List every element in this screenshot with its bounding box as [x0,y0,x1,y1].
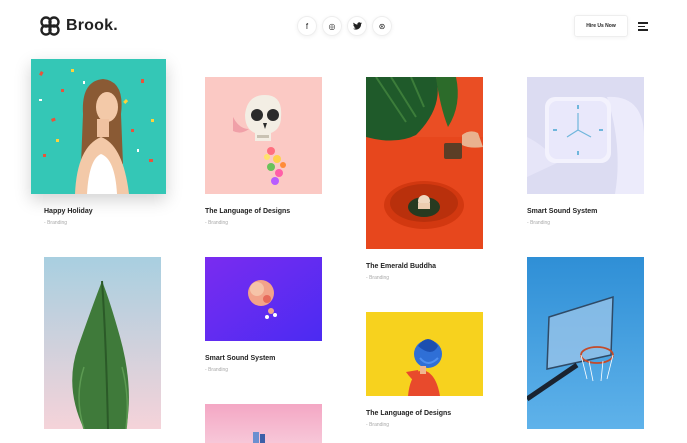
project-title[interactable]: Smart Sound System [527,208,597,215]
project-title[interactable]: The Emerald Buddha [366,263,436,270]
project-thumbnail-happy-holiday[interactable] [31,59,166,194]
hire-us-button[interactable]: Hire Us Now [574,15,628,37]
project-thumbnail-leaf[interactable] [44,257,161,429]
project-title[interactable]: Happy Holiday [44,208,93,215]
social-links: f ◎ ⊛ [297,16,392,36]
project-thumbnail-smart-sound-system-2[interactable] [205,257,322,341]
project-category: Branding [366,275,389,281]
project-thumbnail-emerald-buddha[interactable] [366,77,483,249]
facebook-icon[interactable]: f [297,16,317,36]
logo-icon [40,16,60,36]
project-title[interactable]: Smart Sound System [205,355,275,362]
project-title[interactable]: The Language of Designs [205,208,290,215]
dribbble-icon[interactable]: ⊛ [372,16,392,36]
project-category: Branding [527,220,550,226]
project-thumbnail-pink[interactable] [205,404,322,443]
project-category: Branding [44,220,67,226]
instagram-icon[interactable]: ◎ [322,16,342,36]
hamburger-menu-icon[interactable] [638,22,648,31]
brand-name: Brook. [66,17,118,34]
project-category: Branding [366,422,389,428]
brand-logo[interactable]: Brook. [40,16,118,36]
project-category: Branding [205,367,228,373]
project-thumbnail-basketball-hoop[interactable] [527,257,644,429]
project-thumbnail-language-of-designs[interactable] [205,77,322,194]
project-thumbnail-smart-sound-system[interactable] [527,77,644,194]
twitter-icon[interactable] [347,16,367,36]
project-category: Branding [205,220,228,226]
project-thumbnail-language-of-designs-2[interactable] [366,312,483,396]
project-title[interactable]: The Language of Designs [366,410,451,417]
